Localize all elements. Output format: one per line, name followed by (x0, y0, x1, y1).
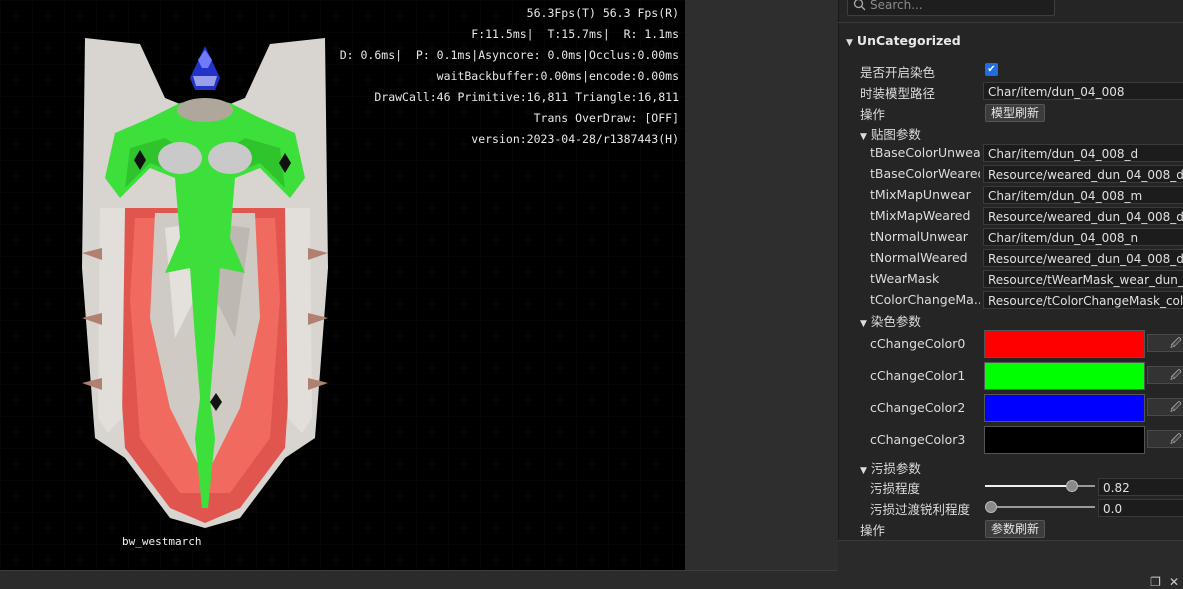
eyedropper-icon[interactable]: 🖉 (1147, 430, 1183, 448)
texture-path-field[interactable]: Char/item/dun_04_008_n (983, 228, 1183, 246)
perf-stats: 56.3Fps(T) 56.3 Fps(R) F:11.5ms| T:15.7ms… (340, 3, 679, 150)
eyedropper-icon[interactable]: 🖉 (1147, 334, 1183, 352)
model-name-label: bw_westmarch (122, 535, 202, 548)
render-viewport[interactable]: 56.3Fps(T) 56.3 Fps(R) F:11.5ms| T:15.7ms… (0, 0, 685, 570)
collapse-triangle-icon: ▼ (860, 466, 867, 476)
texture-label: tMixMapWeared (870, 208, 971, 223)
wear-params-group[interactable]: ▼ 污损参数 (860, 458, 921, 477)
close-icon[interactable]: ✕ (1169, 575, 1179, 589)
texture-path-field[interactable]: Resource/tColorChangeMask_colo (983, 291, 1183, 309)
section-title: UnCategorized (856, 33, 961, 48)
wear-level-slider-thumb[interactable] (1065, 480, 1078, 492)
empty-area (685, 0, 838, 570)
perf-stat-line: Trans OverDraw: [OFF] (533, 111, 679, 125)
texture-path-field[interactable]: Resource/weared_dun_04_008_dw (983, 165, 1183, 183)
texture-label: tNormalUnwear (870, 229, 968, 244)
wear-sharpness-slider-track[interactable] (985, 506, 1095, 508)
color-swatch[interactable] (984, 330, 1145, 358)
color-swatch[interactable] (984, 394, 1145, 422)
enable-dye-checkbox[interactable]: ✔ (985, 63, 998, 76)
wear-level-label: 污损程度 (870, 481, 921, 496)
section-header-uncategorized[interactable]: ▼ UnCategorized (846, 33, 961, 48)
perf-stat-line: D: 0.6ms| P: 0.1ms|Asyncore: 0.0ms|Occlu… (339, 48, 679, 62)
model-path-field[interactable]: Char/item/dun_04_008 (983, 82, 1183, 100)
window-controls: ❐ ✕ (1150, 575, 1183, 589)
action-label: 操作 (860, 107, 886, 122)
bottom-panel-bar (0, 570, 838, 589)
wear-level-slider-fill (985, 485, 1071, 487)
dye-group-label: 染色参数 (870, 314, 921, 329)
color-swatch[interactable] (984, 362, 1145, 390)
collapse-triangle-icon: ▼ (846, 38, 853, 48)
texture-label: tNormalWeared (870, 250, 968, 265)
property-panel-footer (838, 540, 1183, 589)
action-label-2: 操作 (860, 523, 886, 538)
texture-label: tWearMask (870, 271, 940, 286)
texture-path-field[interactable]: Resource/tWearMask_wear_dun_0 (983, 270, 1183, 288)
perf-stat-line: 56.3Fps(T) 56.3 Fps(R) (526, 6, 679, 20)
texture-label: tBaseColorWeared (870, 166, 980, 181)
texture-path-field[interactable]: Char/item/dun_04_008_m (983, 186, 1183, 204)
collapse-triangle-icon: ▼ (860, 319, 867, 329)
perf-stat-line: DrawCall:46 Primitive:16,811 Triangle:16… (374, 90, 679, 104)
wear-sharpness-value[interactable]: 0.0 (1098, 499, 1183, 517)
perf-stat-line: waitBackbuffer:0.00ms|encode:0.00ms (436, 69, 679, 83)
texture-params-group[interactable]: ▼ 贴图参数 (860, 124, 921, 143)
wear-group-label: 污损参数 (870, 461, 921, 476)
color-label: cChangeColor0 (870, 336, 966, 351)
search-icon (853, 0, 866, 14)
texture-path-field[interactable]: Resource/weared_dun_04_008_dw (983, 207, 1183, 225)
eyedropper-icon[interactable]: 🖉 (1147, 366, 1183, 384)
refresh-model-button[interactable]: 模型刷新 (985, 104, 1046, 122)
color-swatch[interactable] (984, 426, 1145, 454)
color-label: cChangeColor2 (870, 400, 966, 415)
wear-sharpness-label: 污损过渡锐利程度 (870, 502, 971, 517)
enable-dye-label: 是否开启染色 (860, 65, 936, 80)
perf-stat-line: F:11.5ms| T:15.7ms| R: 1.1ms (471, 27, 679, 41)
texture-path-field[interactable]: Resource/weared_dun_04_008_dw (983, 249, 1183, 267)
model-path-label: 时装模型路径 (860, 86, 936, 101)
color-label: cChangeColor3 (870, 432, 966, 447)
texture-label: tColorChangeMa... (870, 292, 980, 307)
color-label: cChangeColor1 (870, 368, 966, 383)
eyedropper-icon[interactable]: 🖉 (1147, 398, 1183, 416)
refresh-params-button[interactable]: 参数刷新 (985, 520, 1046, 538)
shield-model (82, 38, 328, 528)
texture-path-field[interactable]: Char/item/dun_04_008_d (983, 144, 1183, 162)
texture-label: tMixMapUnwear (870, 187, 971, 202)
search-placeholder: Search... (870, 0, 923, 12)
wear-level-value[interactable]: 0.82 (1098, 478, 1183, 496)
dye-params-group[interactable]: ▼ 染色参数 (860, 311, 921, 330)
texture-group-label: 贴图参数 (870, 127, 921, 142)
perf-stat-line: version:2023-04-28/r1387443(H) (471, 132, 679, 146)
restore-icon[interactable]: ❐ (1150, 575, 1161, 589)
texture-label: tBaseColorUnwear (870, 145, 980, 160)
search-input[interactable]: Search... (847, 0, 1055, 16)
collapse-triangle-icon: ▼ (860, 132, 867, 142)
divider (838, 22, 1183, 23)
wear-sharpness-slider-thumb[interactable] (985, 501, 997, 513)
